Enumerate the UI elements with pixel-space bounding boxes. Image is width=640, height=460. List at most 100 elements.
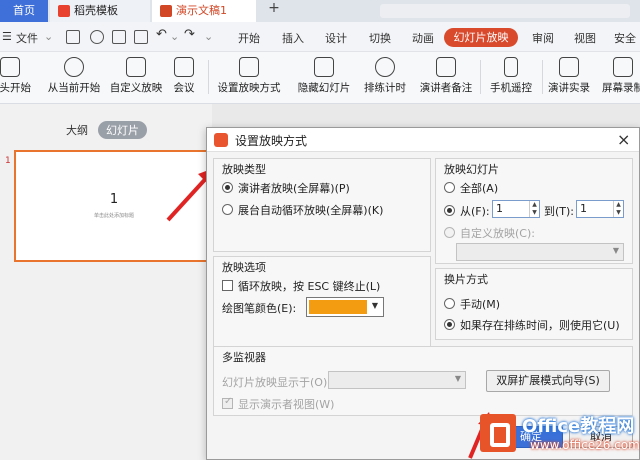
- speaker-radio[interactable]: [222, 182, 233, 193]
- custom-show-option-label: 自定义放映(C):: [460, 227, 535, 240]
- kiosk-option-label[interactable]: 展台自动循环放映(全屏幕)(K): [238, 202, 383, 218]
- tab-template[interactable]: 稻壳模板: [50, 0, 150, 22]
- from-slide-stepper[interactable]: 1 ▲ ▼: [492, 200, 540, 218]
- advance-slides-group: 换片方式 手动(M) 如果存在排练时间，则使用它(U): [435, 268, 633, 340]
- setup-show-button[interactable]: 设置放映方式: [214, 52, 284, 95]
- phone-icon: [504, 57, 518, 77]
- hamburger-icon[interactable]: ☰: [2, 30, 12, 43]
- custom-show-button[interactable]: 自定义放映: [106, 52, 166, 95]
- setup-show-icon: [239, 57, 259, 77]
- menu-insert[interactable]: 插入: [282, 30, 304, 46]
- from-slide-value: 1: [496, 202, 503, 215]
- chevron-down-icon: ▼: [371, 301, 378, 310]
- setup-show-label: 设置放映方式: [217, 82, 281, 94]
- meeting-button[interactable]: 会议: [166, 52, 202, 95]
- show-slides-group: 放映幻灯片 全部(A) 从(F): 1 ▲ ▼ 到(T): 1 ▲ ▼ 自定义放映(…: [435, 158, 633, 264]
- speaker-notes-button[interactable]: 演讲者备注: [418, 52, 474, 95]
- slide-number: 1: [5, 156, 11, 166]
- slides-tab[interactable]: 幻灯片: [98, 121, 147, 139]
- use-timings-label[interactable]: 如果存在排练时间，则使用它(U): [460, 317, 620, 333]
- tab-home[interactable]: 首页: [0, 0, 48, 22]
- loop-label[interactable]: 循环放映，按 ESC 键终止(L): [238, 278, 380, 294]
- quick-access-chevron-icon[interactable]: ⌄: [204, 30, 213, 43]
- watermark-url: www.office26.com: [530, 438, 640, 452]
- speaker-option-label[interactable]: 演讲者放映(全屏幕)(P): [238, 180, 350, 196]
- all-slides-radio[interactable]: [444, 182, 455, 193]
- tab-document[interactable]: 演示文稿1 ×: [152, 0, 395, 22]
- save-icon[interactable]: [66, 30, 80, 44]
- rehearse-timings-label: 排练计时: [364, 82, 406, 94]
- preview-icon[interactable]: [134, 30, 148, 44]
- close-icon[interactable]: ×: [617, 130, 630, 149]
- export-icon[interactable]: [90, 30, 104, 44]
- ribbon: 从头开始 从当前开始 自定义放映 会议 设置放映方式 隐藏幻灯片 排练计时 演讲…: [0, 52, 640, 104]
- hide-slide-label: 隐藏幻灯片: [297, 82, 351, 94]
- manual-label[interactable]: 手动(M): [460, 296, 500, 312]
- tab-template-label: 稻壳模板: [74, 4, 118, 17]
- menu-design[interactable]: 设计: [325, 30, 347, 46]
- menu-animation[interactable]: 动画: [412, 30, 434, 46]
- redo-icon[interactable]: ↷: [184, 27, 195, 42]
- screen-record-label: 屏幕录制: [602, 82, 640, 94]
- wps-presentation-icon: [214, 133, 228, 147]
- custom-show-icon: [126, 57, 146, 77]
- stopwatch-icon: [375, 57, 395, 77]
- presenter-view-checkbox[interactable]: [222, 396, 233, 409]
- stepper-arrows-icon[interactable]: ▲ ▼: [529, 201, 539, 217]
- menu-slideshow[interactable]: 幻灯片放映: [444, 28, 518, 47]
- slide-panel: 大纲 幻灯片 1 1 单击此处添加标题: [0, 104, 214, 460]
- speech-record-button[interactable]: 演讲实录: [544, 52, 594, 95]
- presenter-view-label: 显示演示者视图(W): [238, 398, 335, 411]
- show-slides-label: 放映幻灯片: [444, 163, 499, 176]
- from-current-label: 从当前开始: [47, 82, 101, 94]
- hide-slide-button[interactable]: 隐藏幻灯片: [294, 52, 354, 95]
- custom-show-select[interactable]: ▼: [456, 243, 624, 261]
- undo-icon[interactable]: ↶: [156, 27, 167, 42]
- use-timings-radio[interactable]: [444, 319, 455, 330]
- to-slide-stepper[interactable]: 1 ▲ ▼: [576, 200, 624, 218]
- menu-review[interactable]: 审阅: [532, 30, 554, 46]
- outline-tab[interactable]: 大纲: [66, 122, 88, 138]
- from-current-button[interactable]: 从当前开始: [44, 52, 104, 95]
- speech-record-label: 演讲实录: [548, 82, 590, 94]
- pen-color-picker[interactable]: ▼: [306, 297, 384, 317]
- menu-file[interactable]: 文件: [16, 30, 38, 46]
- pen-color-label: 绘图笔颜色(E):: [222, 302, 297, 315]
- tab-document-label: 演示文稿1: [176, 4, 227, 17]
- menu-view[interactable]: 视图: [574, 30, 596, 46]
- ribbon-separator: [542, 60, 543, 94]
- office-logo-icon: [480, 414, 516, 452]
- phone-remote-button[interactable]: 手机遥控: [484, 52, 538, 95]
- new-tab-button[interactable]: +: [264, 0, 284, 16]
- speaker-notes-icon: [436, 57, 456, 77]
- print-icon[interactable]: [112, 30, 126, 44]
- screen-record-button[interactable]: 屏幕录制: [598, 52, 640, 95]
- video-camera-icon: [559, 57, 579, 77]
- menu-security[interactable]: 安全: [614, 30, 636, 46]
- show-options-label: 放映选项: [222, 261, 266, 274]
- multi-monitor-group: 多监视器 幻灯片放映显示于(O): ▼ 双屏扩展模式向导(S) 显示演示者视图(…: [213, 346, 633, 416]
- stepper-arrows-icon[interactable]: ▲ ▼: [613, 201, 623, 217]
- all-slides-label[interactable]: 全部(A): [460, 180, 498, 196]
- docer-icon: [58, 5, 70, 17]
- from-label[interactable]: 从(F):: [460, 203, 490, 219]
- chevron-down-icon: ▼: [454, 374, 461, 383]
- play-circle-icon: [64, 57, 84, 77]
- display-on-select[interactable]: ▼: [328, 371, 466, 389]
- blurred-area: [380, 4, 630, 18]
- tab-bar: 首页 稻壳模板 演示文稿1 × +: [0, 0, 640, 22]
- kiosk-radio[interactable]: [222, 204, 233, 215]
- advance-label: 换片方式: [444, 273, 488, 286]
- menu-start[interactable]: 开始: [238, 30, 260, 46]
- menu-transition[interactable]: 切换: [369, 30, 391, 46]
- loop-checkbox[interactable]: [222, 280, 233, 291]
- dual-screen-wizard-button[interactable]: 双屏扩展模式向导(S): [486, 370, 610, 392]
- from-radio[interactable]: [444, 205, 455, 216]
- custom-show-radio[interactable]: [444, 227, 455, 238]
- manual-radio[interactable]: [444, 298, 455, 309]
- multi-monitor-label: 多监视器: [222, 351, 266, 364]
- rehearse-timings-button[interactable]: 排练计时: [358, 52, 412, 95]
- chevron-down-icon[interactable]: ⌄: [44, 30, 53, 43]
- undo-dropdown-icon[interactable]: ⌄: [170, 30, 179, 43]
- from-beginning-button[interactable]: 从头开始: [0, 52, 38, 95]
